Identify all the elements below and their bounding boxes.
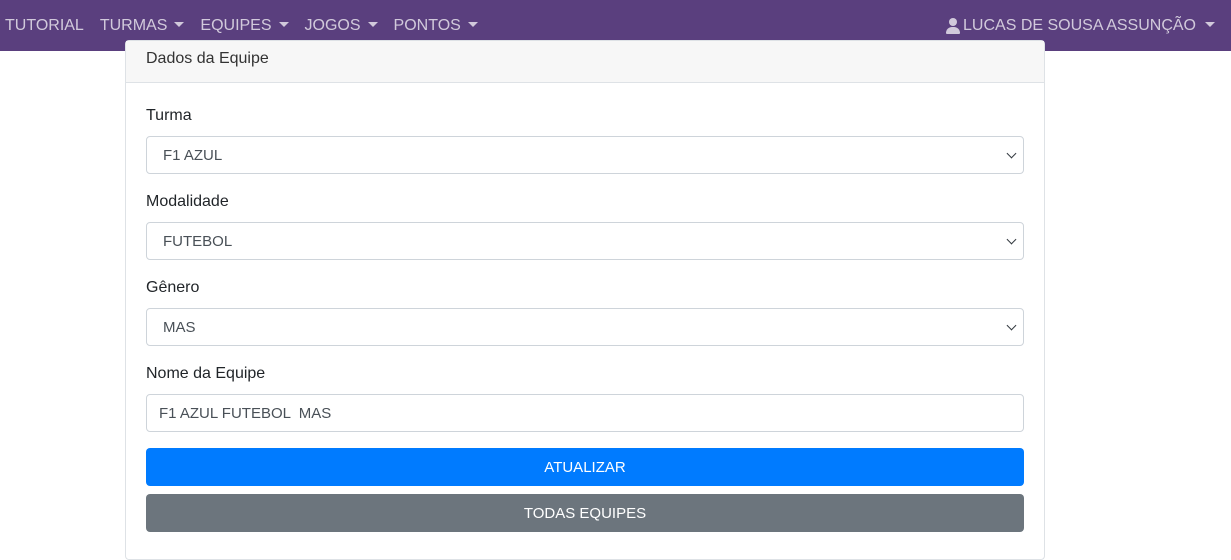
modalidade-select[interactable]: FUTEBOL	[146, 222, 1024, 260]
nav-item-label: TURMAS	[99, 16, 168, 34]
caret-down-icon	[174, 22, 185, 27]
update-button[interactable]: ATUALIZAR	[146, 448, 1024, 486]
chevron-down-icon	[1006, 234, 1017, 245]
user-name: LUCAS DE SOUSA ASSUNÇÃO	[963, 16, 1196, 34]
genero-label: Gênero	[146, 279, 200, 296]
modalidade-label: Modalidade	[146, 193, 229, 210]
user-icon	[946, 17, 961, 34]
card-header: Dados da Equipe	[126, 41, 1044, 83]
card-title: Dados da Equipe	[146, 50, 269, 67]
nav-item-label: PONTOS	[393, 16, 461, 34]
update-button-label: ATUALIZAR	[544, 458, 626, 476]
nav-item-label: EQUIPES	[200, 16, 272, 34]
nome-equipe-input[interactable]: F1 AZUL FUTEBOL MAS	[146, 394, 1024, 432]
genero-select[interactable]: MAS	[146, 308, 1024, 346]
nav-item-label: JOGOS	[304, 16, 361, 34]
nav-item-tutorial[interactable]: TUTORIAL	[5, 17, 84, 35]
modalidade-select-value: FUTEBOL	[163, 232, 233, 250]
chevron-down-icon	[1006, 148, 1017, 159]
caret-down-icon	[1205, 22, 1215, 27]
caret-down-icon	[367, 22, 378, 27]
turma-select-value: F1 AZUL	[163, 146, 223, 164]
nav-item-jogos[interactable]: JOGOS	[305, 17, 378, 35]
all-teams-button[interactable]: TODAS EQUIPES	[146, 494, 1024, 532]
nav-item-pontos[interactable]: PONTOS	[394, 17, 478, 35]
chevron-down-icon	[1006, 320, 1017, 331]
genero-select-value: MAS	[163, 318, 196, 336]
nome-equipe-value: F1 AZUL FUTEBOL MAS	[159, 404, 332, 422]
nav-item-equipes[interactable]: EQUIPES	[200, 16, 289, 35]
nav-item-label: TUTORIAL	[5, 16, 84, 34]
all-teams-button-label: TODAS EQUIPES	[523, 504, 647, 522]
turma-label: Turma	[146, 107, 192, 124]
caret-down-icon	[278, 22, 289, 27]
caret-down-icon	[467, 22, 478, 27]
user-dropdown[interactable]: LUCAS DE SOUSA ASSUNÇÃO	[946, 17, 1215, 35]
turma-select[interactable]: F1 AZUL	[146, 136, 1024, 174]
nome-equipe-label: Nome da Equipe	[146, 365, 266, 382]
team-card: Dados da Equipe Turma F1 AZUL Modalidade…	[125, 40, 1045, 560]
nav-item-turmas[interactable]: TURMAS	[100, 17, 185, 35]
